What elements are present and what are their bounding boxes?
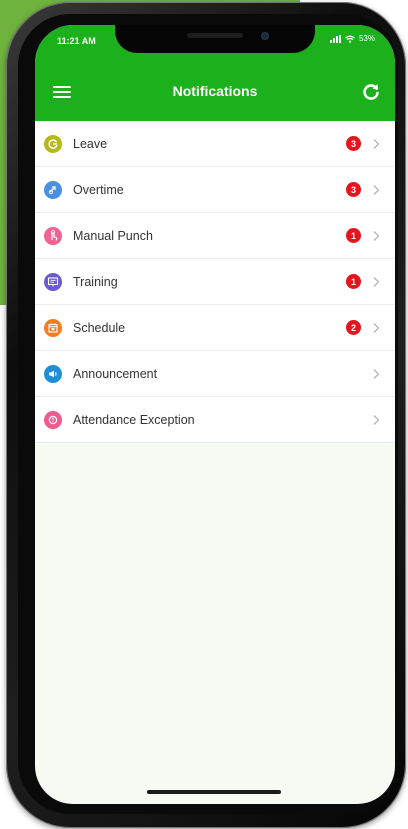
app-screen: 11:21 AM 53% Notifications Leave 3 Overt… — [35, 25, 395, 804]
notification-row-manual-punch[interactable]: Manual Punch 1 — [35, 213, 395, 259]
refresh-icon[interactable] — [361, 82, 381, 102]
count-badge: 1 — [346, 228, 361, 243]
signal-icon — [329, 34, 341, 43]
chevron-right-icon — [373, 184, 380, 195]
overtime-icon — [44, 180, 62, 199]
row-label: Overtime — [73, 182, 124, 197]
home-indicator[interactable] — [147, 790, 281, 794]
row-label: Schedule — [73, 320, 126, 335]
notification-row-announcement[interactable]: Announcement — [35, 351, 395, 397]
count-badge: 3 — [346, 136, 361, 151]
page-title: Notifications — [172, 83, 258, 99]
status-indicators: 53% — [329, 34, 375, 43]
notification-row-schedule[interactable]: Schedule 2 — [35, 305, 395, 351]
chevron-right-icon — [373, 322, 380, 333]
attendance-exception-icon — [44, 410, 62, 429]
front-camera — [261, 32, 269, 40]
notification-row-training[interactable]: Training 1 — [35, 259, 395, 305]
row-label: Attendance Exception — [73, 412, 195, 427]
notification-row-leave[interactable]: Leave 3 — [35, 121, 395, 167]
count-badge: 1 — [346, 274, 361, 289]
notification-row-attendance-exception[interactable]: Attendance Exception — [35, 397, 395, 443]
speaker-grille — [187, 33, 243, 38]
chevron-right-icon — [373, 138, 380, 149]
wifi-icon — [345, 35, 355, 43]
row-label: Training — [73, 274, 118, 289]
manual-punch-icon — [44, 226, 62, 245]
announcement-icon — [44, 364, 62, 383]
chevron-right-icon — [373, 276, 380, 287]
notification-list: Leave 3 Overtime 3 Manual Punch 1 Traini… — [35, 121, 395, 443]
chevron-right-icon — [373, 368, 380, 379]
training-icon — [44, 272, 62, 291]
chevron-right-icon — [373, 230, 380, 241]
phone-notch — [115, 25, 315, 53]
schedule-icon — [44, 318, 62, 337]
chevron-right-icon — [373, 414, 380, 425]
row-label: Manual Punch — [73, 228, 153, 243]
battery-level: 53% — [358, 34, 375, 43]
row-label: Leave — [73, 136, 108, 151]
count-badge: 3 — [346, 182, 361, 197]
leave-icon — [44, 134, 62, 153]
status-time: 11:21 AM — [57, 36, 96, 46]
count-badge: 2 — [346, 320, 361, 335]
row-label: Announcement — [73, 366, 158, 381]
notification-row-overtime[interactable]: Overtime 3 — [35, 167, 395, 213]
